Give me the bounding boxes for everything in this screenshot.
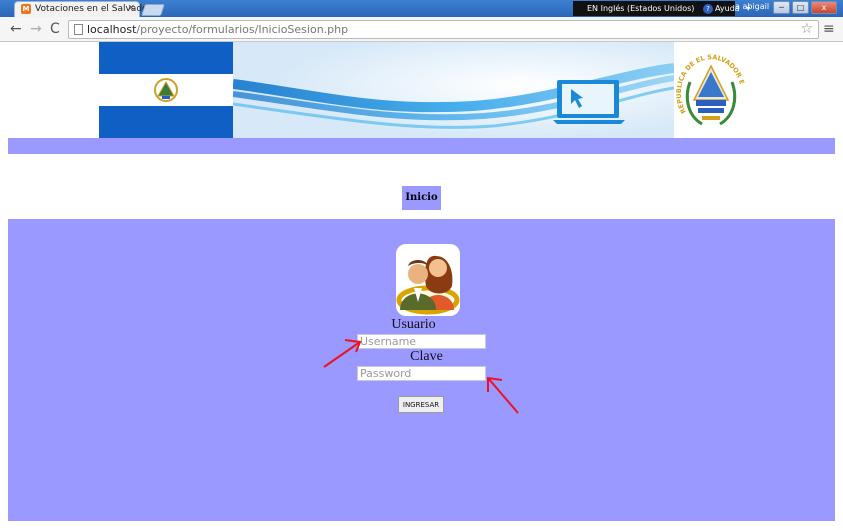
browser-menu-icon[interactable]: ≡ [823, 21, 835, 37]
el-salvador-flag [99, 42, 233, 138]
back-icon[interactable]: ← [10, 21, 22, 37]
users-avatar-icon [396, 244, 460, 316]
flag-band-top [99, 42, 233, 74]
url-host: localhost [87, 23, 137, 36]
new-tab-button[interactable] [141, 4, 165, 16]
username-input[interactable] [357, 334, 486, 349]
clave-label: Clave [410, 349, 443, 364]
browser-titlebar: M Votaciones en el Salvador × EN Inglés … [0, 0, 843, 17]
language-label: EN Inglés (Estados Unidos) [587, 4, 695, 13]
url-path: /proyecto/formularios/InicioSesion.php [136, 23, 349, 36]
minimize-button[interactable]: ─ [773, 1, 790, 14]
bookmark-star-icon[interactable]: ☆ [800, 21, 813, 37]
maximize-button[interactable]: □ [792, 1, 809, 14]
help-icon: ? [702, 4, 713, 14]
ingresar-button[interactable]: INGRESAR [398, 396, 444, 413]
banner-waves [233, 42, 674, 138]
header-banner: REPUBLICA DE EL SALVADOR E [99, 42, 746, 138]
flag-emblem-icon [154, 78, 178, 102]
favicon-icon: M [21, 4, 31, 14]
nav-menu: Inicio [402, 186, 441, 210]
forward-icon[interactable]: → [30, 21, 42, 37]
language-bar[interactable]: EN Inglés (Estados Unidos) ? Ayuda ▾ [573, 1, 750, 16]
header-strip [8, 138, 835, 154]
browser-tab[interactable]: M Votaciones en el Salvador × [14, 1, 151, 17]
inicio-link[interactable]: Inicio [402, 186, 441, 210]
browser-toolbar: ← → C localhost/proyecto/formularios/Ini… [0, 17, 843, 42]
profile-name[interactable]: a abigail [735, 2, 769, 11]
url-text[interactable]: localhost/proyecto/formularios/InicioSes… [87, 23, 348, 36]
coat-of-arms-icon: REPUBLICA DE EL SALVADOR E [674, 42, 746, 138]
login-panel: Usuario Clave INGRESAR [8, 219, 835, 521]
tab-close-icon[interactable]: × [127, 3, 135, 13]
flag-band-bottom [99, 106, 233, 138]
close-window-button[interactable]: x [811, 1, 837, 14]
reload-icon[interactable]: C [50, 21, 60, 37]
usuario-label: Usuario [391, 317, 436, 332]
password-input[interactable] [357, 366, 486, 381]
address-bar[interactable]: localhost/proyecto/formularios/InicioSes… [68, 20, 819, 39]
page-icon [74, 24, 83, 35]
